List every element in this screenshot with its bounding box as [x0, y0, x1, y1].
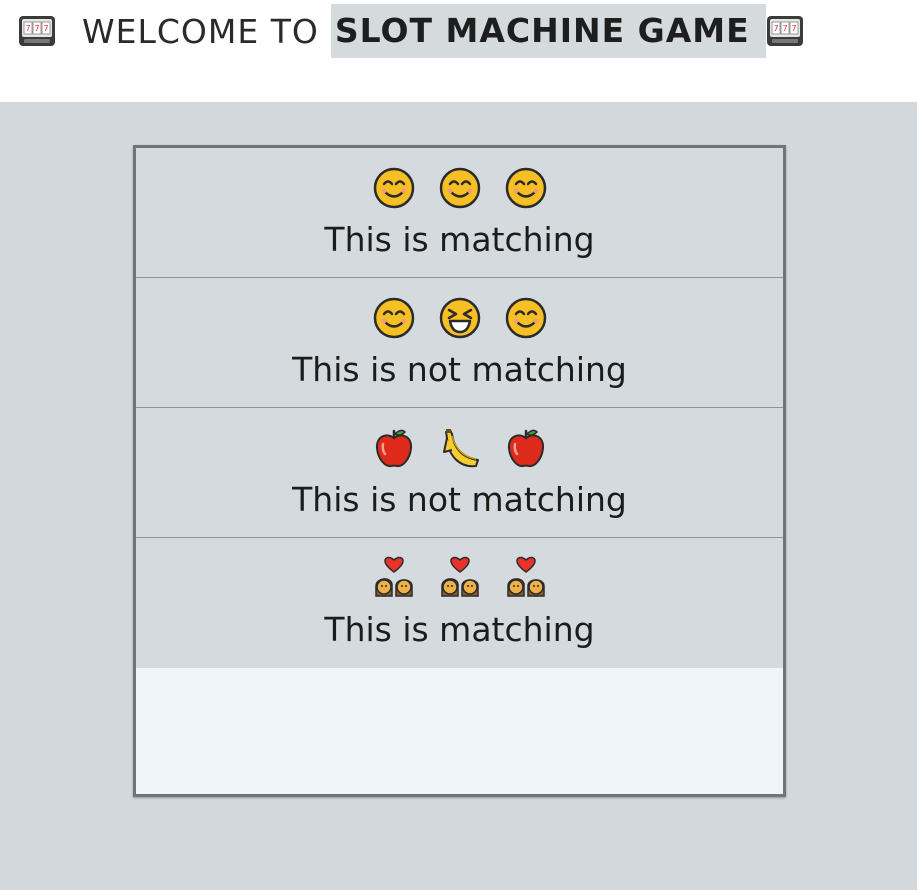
title-welcome-text: WELCOME TO — [82, 11, 319, 51]
svg-text:7: 7 — [782, 24, 787, 33]
result-row: This is not matching — [136, 408, 783, 538]
svg-text:7: 7 — [43, 24, 48, 33]
red-apple-icon — [372, 426, 416, 470]
result-row: This is not matching — [136, 278, 783, 408]
slot-machine-icon: 7 7 7 — [18, 15, 56, 47]
couple-with-heart-icon — [372, 556, 416, 600]
page-title: 7 7 7 WELCOME TO SLOT MACHINE GAME 7 7 7 — [18, 4, 804, 58]
red-apple-icon — [504, 426, 548, 470]
match-status-text: This is not matching — [292, 350, 627, 389]
match-status-text: This is matching — [324, 220, 595, 259]
smiling-face-icon — [372, 166, 416, 210]
slot-machine-icon: 7 7 7 — [766, 15, 804, 47]
empty-result-slot — [136, 674, 783, 794]
smiling-face-icon — [504, 296, 548, 340]
title-game-name: SLOT MACHINE GAME — [330, 4, 766, 58]
result-row: This is matching — [136, 538, 783, 668]
svg-text:7: 7 — [773, 24, 778, 33]
reel-symbols — [136, 166, 783, 212]
result-row: This is matching — [136, 148, 783, 278]
squinting-laughing-face-icon — [438, 296, 482, 340]
results-panel: This is matching This is not matching This… — [133, 145, 786, 797]
couple-with-heart-icon — [438, 556, 482, 600]
couple-with-heart-icon — [504, 556, 548, 600]
smiling-face-icon — [438, 166, 482, 210]
smiling-face-icon — [504, 166, 548, 210]
reel-symbols — [136, 426, 783, 472]
results-list: This is matching This is not matching This… — [136, 148, 783, 668]
match-status-text: This is not matching — [292, 480, 627, 519]
svg-text:7: 7 — [34, 24, 39, 33]
banana-icon — [438, 426, 482, 470]
svg-text:7: 7 — [25, 24, 30, 33]
reel-symbols — [136, 556, 783, 602]
reel-symbols — [136, 296, 783, 342]
smiling-face-icon — [372, 296, 416, 340]
match-status-text: This is matching — [324, 610, 595, 649]
header-bar: 7 7 7 WELCOME TO SLOT MACHINE GAME 7 7 7 — [0, 0, 917, 102]
svg-text:7: 7 — [791, 24, 796, 33]
